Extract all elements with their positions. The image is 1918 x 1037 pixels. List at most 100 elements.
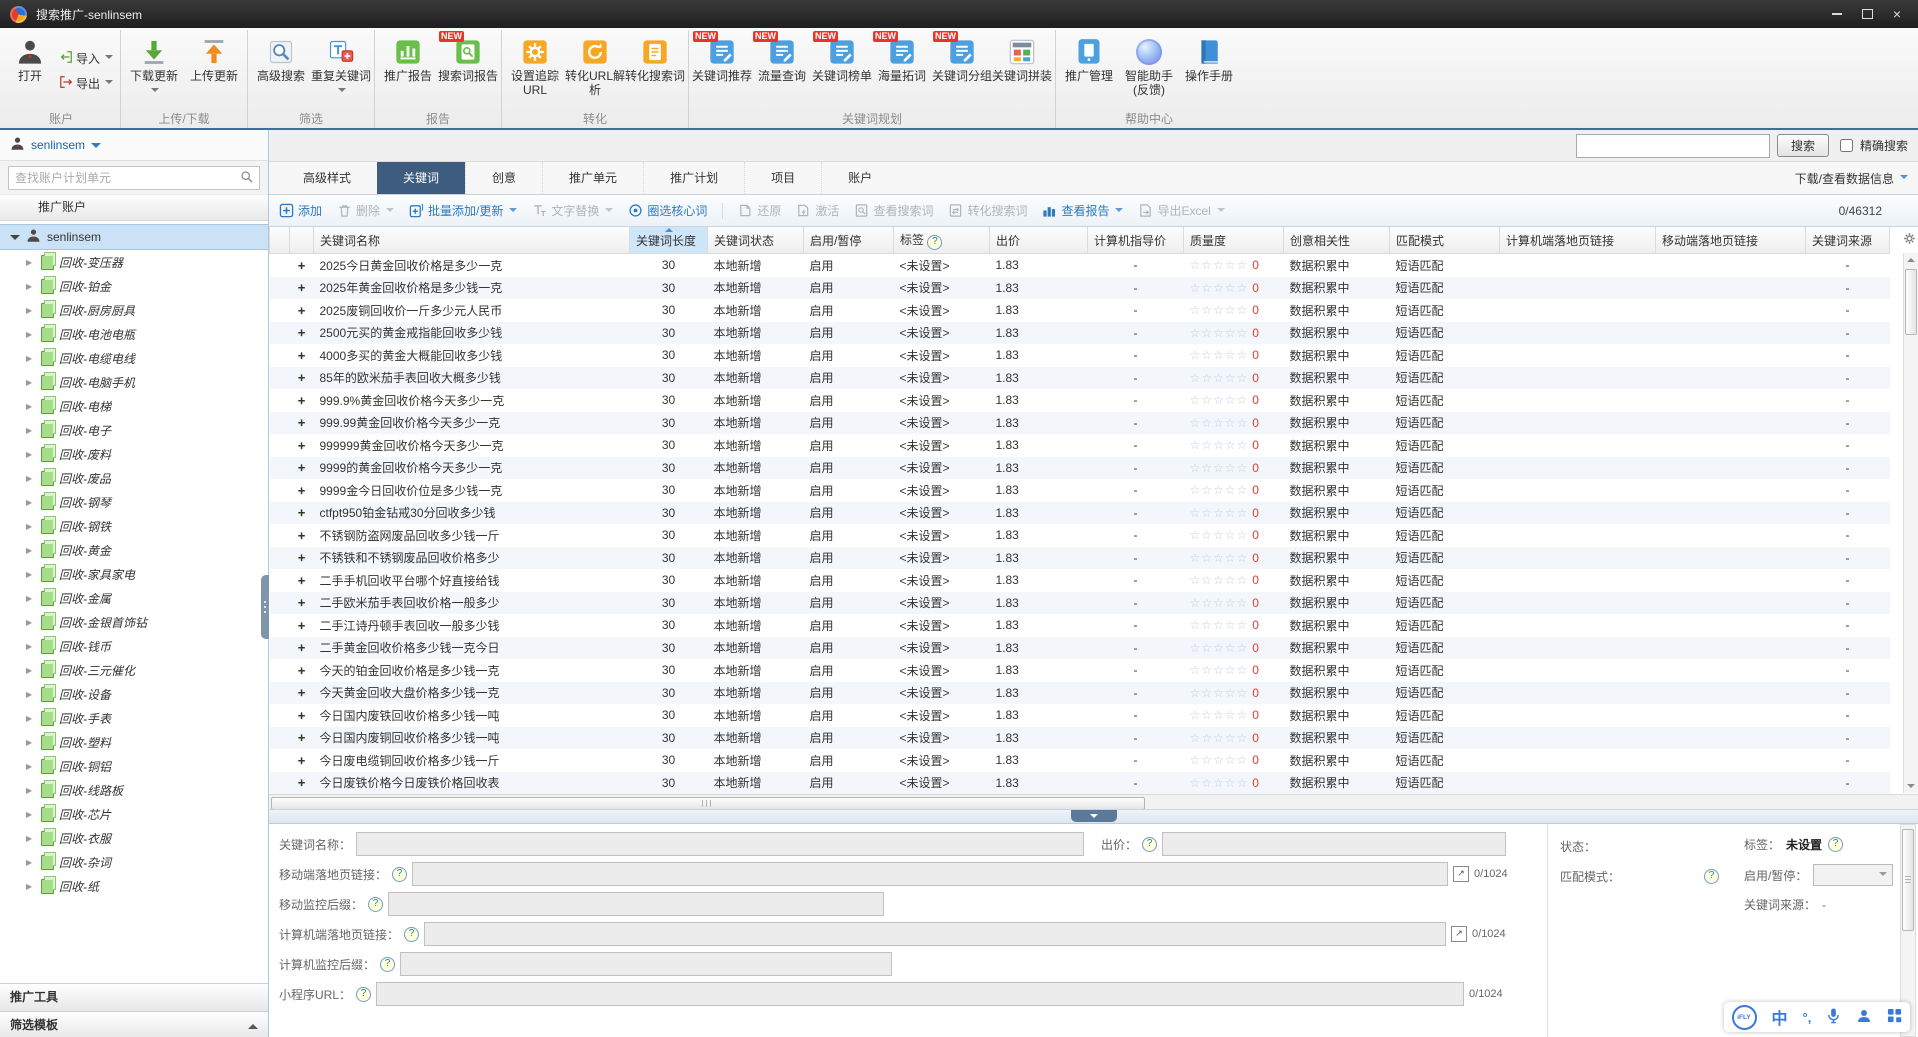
expand-icon[interactable] bbox=[26, 714, 36, 723]
help-icon[interactable] bbox=[368, 897, 383, 912]
add-row-icon[interactable] bbox=[290, 434, 314, 457]
view-report-button[interactable]: 查看报告 bbox=[1042, 202, 1123, 219]
expand-icon[interactable] bbox=[26, 474, 36, 483]
add-row-icon[interactable] bbox=[290, 637, 314, 660]
header-bid[interactable]: 出价 bbox=[990, 227, 1088, 254]
add-row-icon[interactable] bbox=[290, 367, 314, 390]
add-row-icon[interactable] bbox=[290, 659, 314, 682]
add-row-icon[interactable] bbox=[290, 569, 314, 592]
tree-item-campaign[interactable]: 回收-电子 bbox=[0, 418, 268, 442]
add-row-icon[interactable] bbox=[290, 704, 314, 727]
table-row[interactable]: ctfpt950铂金钻戒30分回收多少钱 30 本地新增 启用 <未设置> 1.… bbox=[270, 502, 1890, 525]
tree-item-campaign[interactable]: 回收-手表 bbox=[0, 706, 268, 730]
table-row[interactable]: 2025年黄金回收价格是多少钱一克 30 本地新增 启用 <未设置> 1.83 … bbox=[270, 277, 1890, 300]
expand-icon[interactable] bbox=[10, 235, 20, 245]
open-link-icon[interactable] bbox=[1451, 926, 1467, 942]
minimize-button[interactable] bbox=[1822, 3, 1852, 25]
tree-item-campaign[interactable]: 回收-线路板 bbox=[0, 778, 268, 802]
table-row[interactable]: 9999金今日回收价位是多少钱一克 30 本地新增 启用 <未设置> 1.83 … bbox=[270, 479, 1890, 502]
header-pc-guide-price[interactable]: 计算机指导价 bbox=[1088, 227, 1184, 254]
table-row[interactable]: 今日国内废铁回收价格多少钱一吨 30 本地新增 启用 <未设置> 1.83 - … bbox=[270, 704, 1890, 727]
add-row-icon[interactable] bbox=[290, 524, 314, 547]
cell-select[interactable] bbox=[270, 277, 290, 300]
tree-item-campaign[interactable]: 回收-黄金 bbox=[0, 538, 268, 562]
expand-icon[interactable] bbox=[26, 546, 36, 555]
tree-item-campaign[interactable]: 回收-电池电瓶 bbox=[0, 322, 268, 346]
expand-icon[interactable] bbox=[26, 594, 36, 603]
tree-item-campaign[interactable]: 回收-钱币 bbox=[0, 634, 268, 658]
restore-button[interactable]: 还原 bbox=[738, 202, 781, 219]
table-row[interactable]: 2500元买的黄金戒指能回收多少钱 30 本地新增 启用 <未设置> 1.83 … bbox=[270, 322, 1890, 345]
cell-select[interactable] bbox=[270, 749, 290, 772]
cell-select[interactable] bbox=[270, 659, 290, 682]
help-icon[interactable] bbox=[356, 987, 371, 1002]
cell-select[interactable] bbox=[270, 457, 290, 480]
expand-icon[interactable] bbox=[26, 330, 36, 339]
add-row-icon[interactable] bbox=[290, 457, 314, 480]
upload-update-button[interactable]: 上传更新 bbox=[184, 30, 244, 111]
keyword-search-input[interactable] bbox=[1576, 134, 1770, 158]
expand-icon[interactable] bbox=[26, 378, 36, 387]
table-row[interactable]: 不锈钢防盗网废品回收多少钱一斤 30 本地新增 启用 <未设置> 1.83 - … bbox=[270, 524, 1890, 547]
table-row[interactable]: 2025今日黄金回收价格是多少一克 30 本地新增 启用 <未设置> 1.83 … bbox=[270, 254, 1890, 277]
header-tag[interactable]: 标签 bbox=[894, 227, 990, 254]
add-row-icon[interactable] bbox=[290, 299, 314, 322]
tree-item-campaign[interactable]: 回收-变压器 bbox=[0, 250, 268, 274]
cell-select[interactable] bbox=[270, 254, 290, 277]
mobile-landing-input[interactable] bbox=[412, 862, 1448, 886]
expand-icon[interactable] bbox=[26, 498, 36, 507]
add-row-icon[interactable] bbox=[290, 322, 314, 345]
expand-icon[interactable] bbox=[26, 666, 36, 675]
header-keyword-name[interactable]: 关键词名称 bbox=[314, 227, 630, 254]
tree-item-campaign[interactable]: 回收-塑料 bbox=[0, 730, 268, 754]
export-excel-button[interactable]: 导出Excel bbox=[1138, 202, 1224, 219]
header-quality[interactable]: 质量度 bbox=[1184, 227, 1284, 254]
expand-icon[interactable] bbox=[26, 810, 36, 819]
table-row[interactable]: 二手江诗丹顿手表回收一般多少钱 30 本地新增 启用 <未设置> 1.83 - … bbox=[270, 614, 1890, 637]
expand-icon[interactable] bbox=[26, 690, 36, 699]
expand-icon[interactable] bbox=[26, 402, 36, 411]
tab-2[interactable]: 关键词 bbox=[377, 162, 465, 194]
view-search-terms-button[interactable]: 查看搜索词 bbox=[854, 202, 933, 219]
cell-select[interactable] bbox=[270, 367, 290, 390]
grid-horizontal-scrollbar[interactable] bbox=[269, 794, 1918, 809]
expand-icon[interactable] bbox=[26, 786, 36, 795]
batch-add-update-button[interactable]: 批量添加/更新 bbox=[409, 202, 517, 219]
tree-item-campaign[interactable]: 回收-铂金 bbox=[0, 274, 268, 298]
expand-icon[interactable] bbox=[26, 858, 36, 867]
add-row-icon[interactable] bbox=[290, 727, 314, 750]
header-mobile-landing-url[interactable]: 移动端落地页链接 bbox=[1656, 227, 1806, 254]
expand-icon[interactable] bbox=[26, 738, 36, 747]
promo-report-button[interactable]: 推广报告 bbox=[378, 30, 438, 111]
cell-select[interactable] bbox=[270, 547, 290, 570]
mobile-suffix-input[interactable] bbox=[388, 892, 884, 916]
expand-icon[interactable] bbox=[26, 882, 36, 891]
microphone-icon[interactable] bbox=[1826, 1007, 1841, 1027]
expand-icon[interactable] bbox=[26, 642, 36, 651]
table-row[interactable]: 今日国内废铜回收价格多少钱一吨 30 本地新增 启用 <未设置> 1.83 - … bbox=[270, 727, 1890, 750]
table-row[interactable]: 85年的欧米茄手表回收大概多少钱 30 本地新增 启用 <未设置> 1.83 -… bbox=[270, 367, 1890, 390]
header-select[interactable] bbox=[270, 227, 290, 254]
table-row[interactable]: 今天黄金回收大盘价格多少钱一克 30 本地新增 启用 <未设置> 1.83 - … bbox=[270, 682, 1890, 705]
table-row[interactable]: 不锈铁和不锈钢废品回收价格多少 30 本地新增 启用 <未设置> 1.83 - … bbox=[270, 547, 1890, 570]
promo-manage-button[interactable]: 推广管理 bbox=[1059, 30, 1119, 111]
cell-select[interactable] bbox=[270, 389, 290, 412]
search-button[interactable]: 搜索 bbox=[1777, 134, 1829, 157]
ime-brand-icon[interactable]: iFLY bbox=[1732, 1005, 1757, 1030]
tree-item-campaign[interactable]: 回收-电缆电线 bbox=[0, 346, 268, 370]
conversion-search-terms-button[interactable]: 转化搜索词 bbox=[948, 202, 1027, 219]
tree-item-campaign[interactable]: 回收-废料 bbox=[0, 442, 268, 466]
table-row[interactable]: 999.9%黄金回收价格今天多少一克 30 本地新增 启用 <未设置> 1.83… bbox=[270, 389, 1890, 412]
open-button[interactable]: 打开 bbox=[5, 30, 55, 111]
kw-name-input[interactable] bbox=[356, 832, 1084, 856]
tab-4[interactable]: 推广单元 bbox=[542, 162, 643, 194]
cell-select[interactable] bbox=[270, 592, 290, 615]
table-row[interactable]: 今日废电缆铜回收价格多少钱一斤 30 本地新增 启用 <未设置> 1.83 - … bbox=[270, 749, 1890, 772]
tree-item-campaign[interactable]: 回收-铜铝 bbox=[0, 754, 268, 778]
add-row-icon[interactable] bbox=[290, 682, 314, 705]
cell-select[interactable] bbox=[270, 502, 290, 525]
maximize-button[interactable] bbox=[1852, 3, 1882, 25]
cell-select[interactable] bbox=[270, 637, 290, 660]
cell-select[interactable] bbox=[270, 434, 290, 457]
add-row-icon[interactable] bbox=[290, 502, 314, 525]
